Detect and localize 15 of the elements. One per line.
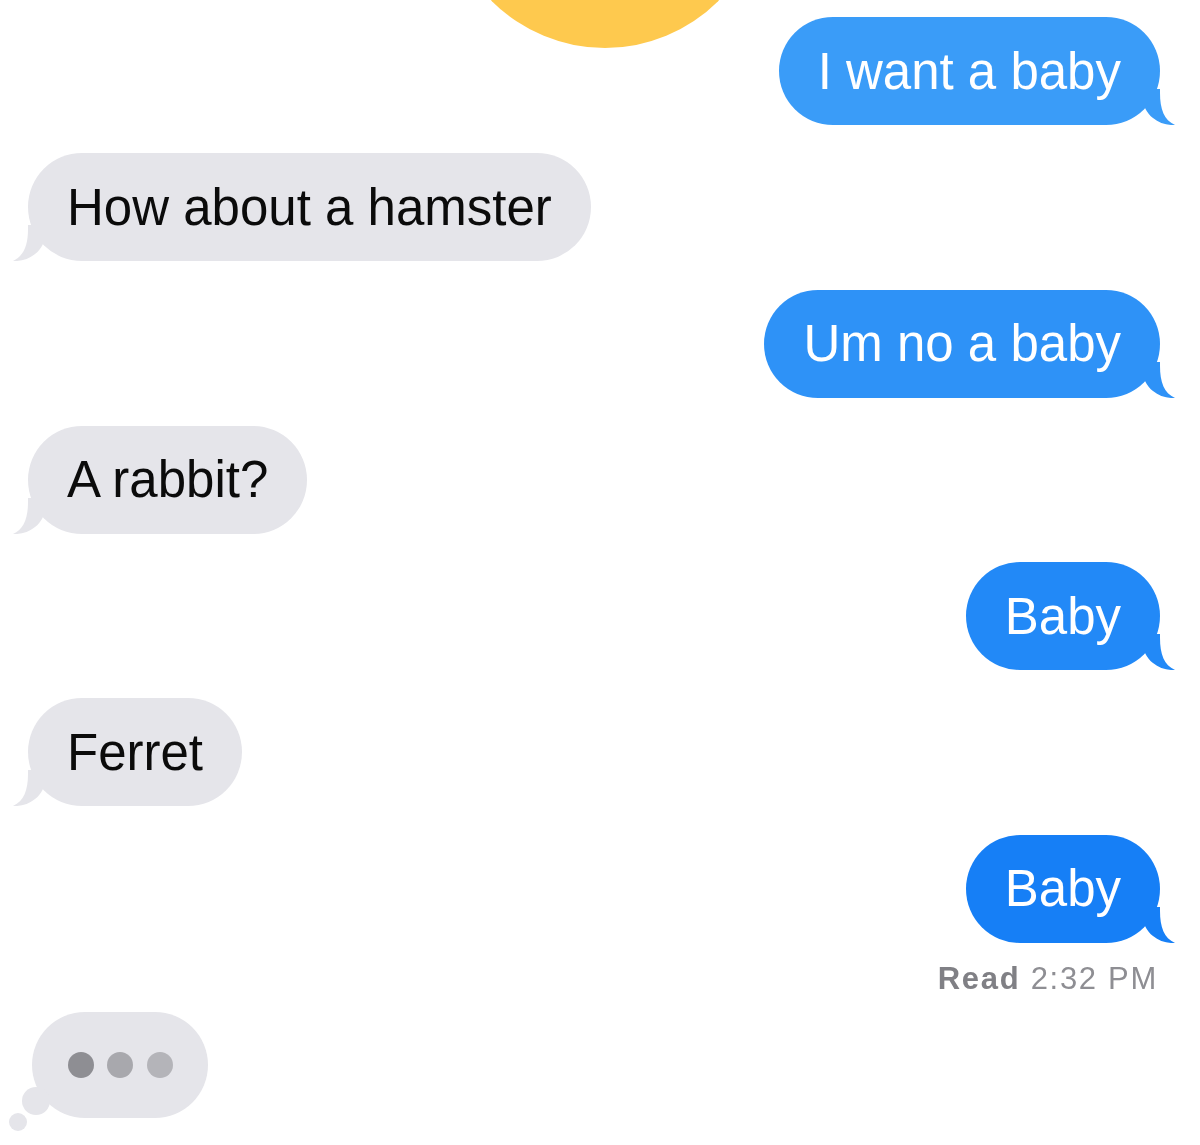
bubble-tail-icon (1145, 634, 1175, 671)
bubble-tail-icon (1145, 906, 1175, 943)
message-bubble: I want a baby (778, 17, 1160, 125)
bubble-tail-icon (1145, 361, 1175, 398)
bubble-tail-icon (13, 497, 43, 534)
message-bubble: Um no a baby (764, 289, 1160, 398)
message-bubble: A rabbit? (28, 425, 308, 534)
message-bubble: Ferret (28, 698, 243, 807)
message-bubble: Baby (965, 834, 1160, 943)
bubble-tail-icon (1145, 89, 1175, 125)
message-bubble: Baby (965, 562, 1160, 671)
read-receipt: Read 2:32 PM (937, 959, 1158, 997)
message-bubble: How about a hamster (28, 153, 591, 262)
bubble-tail-icon (13, 225, 43, 262)
bubble-tail-icon (13, 770, 43, 807)
